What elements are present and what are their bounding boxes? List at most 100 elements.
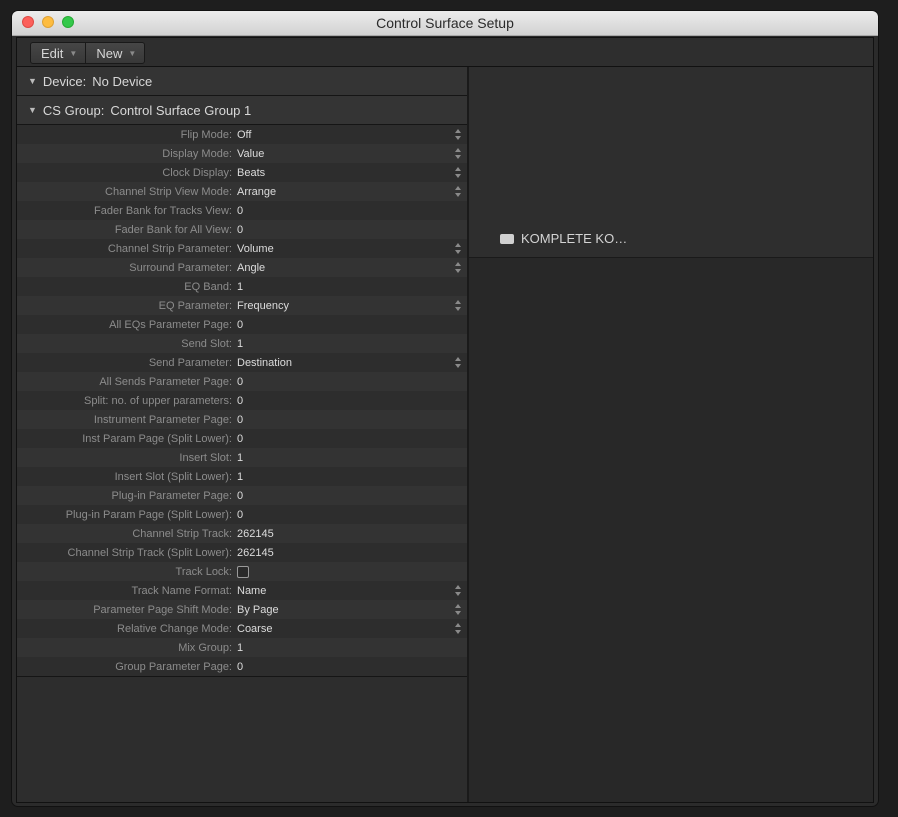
up-down-arrows-icon[interactable]	[454, 584, 462, 597]
parameter-number-value[interactable]: 0	[237, 661, 243, 673]
parameter-row: Track Lock:	[17, 562, 467, 581]
parameter-popup-value[interactable]: Name	[237, 585, 266, 597]
parameter-row: Send Slot: 1	[17, 334, 467, 353]
parameter-number-value[interactable]: 0	[237, 224, 243, 236]
parameter-number-value[interactable]: 1	[237, 452, 243, 464]
parameter-label: Channel Strip View Mode:	[105, 185, 232, 198]
device-value: No Device	[92, 73, 153, 89]
parameter-number-value[interactable]: 0	[237, 490, 243, 502]
parameter-number-value[interactable]: 0	[237, 509, 243, 521]
parameter-number-value[interactable]: 1	[237, 281, 243, 293]
edit-menu-label: Edit	[41, 45, 64, 61]
parameter-label: Fader Bank for All View:	[114, 223, 232, 236]
chevron-down-icon: ▼	[128, 48, 137, 58]
new-menu-button[interactable]: New ▼	[85, 43, 144, 63]
track-lock-checkbox[interactable]	[237, 565, 249, 578]
menu-group: Edit ▼ New ▼	[30, 42, 146, 64]
parameter-row: Group Parameter Page: 0	[17, 657, 467, 676]
parameter-label: Track Name Format:	[131, 584, 232, 597]
parameter-row: All EQs Parameter Page: 0	[17, 315, 467, 334]
parameter-row: Plug-in Parameter Page: 0	[17, 486, 467, 505]
parameter-label: Group Parameter Page:	[115, 660, 232, 673]
parameter-row: Fader Bank for All View: 0	[17, 220, 467, 239]
parameter-label: Display Mode:	[162, 147, 232, 160]
parameter-popup-value[interactable]: Angle	[237, 262, 265, 274]
parameter-popup-value[interactable]: Destination	[237, 357, 292, 369]
up-down-arrows-icon[interactable]	[454, 299, 462, 312]
parameter-popup-value[interactable]: Coarse	[237, 623, 272, 635]
edit-menu-button[interactable]: Edit ▼	[31, 43, 85, 63]
parameter-row: Display Mode: Value	[17, 144, 467, 163]
new-menu-label: New	[96, 45, 123, 61]
parameter-row: Channel Strip Parameter: Volume	[17, 239, 467, 258]
parameter-label: EQ Parameter:	[158, 299, 232, 312]
control-surface-setup-window: Control Surface Setup Edit ▼ New ▼ ▼ Dev…	[12, 11, 878, 806]
parameter-label: Track Lock:	[175, 565, 232, 578]
device-icon[interactable]	[500, 234, 514, 244]
parameter-number-value[interactable]: 1	[237, 642, 243, 654]
parameter-number-value[interactable]: 0	[237, 414, 243, 426]
parameter-row: Split: no. of upper parameters: 0	[17, 391, 467, 410]
cs-group-value: Control Surface Group 1	[110, 102, 252, 118]
parameter-label: Plug-in Param Page (Split Lower):	[65, 508, 232, 521]
device-item-label[interactable]: KOMPLETE KO…	[521, 231, 627, 246]
parameter-popup-value[interactable]: By Page	[237, 604, 279, 616]
up-down-arrows-icon[interactable]	[454, 356, 462, 369]
parameter-number-value[interactable]: 1	[237, 471, 243, 483]
up-down-arrows-icon[interactable]	[454, 128, 462, 141]
parameter-row: Channel Strip View Mode: Arrange	[17, 182, 467, 201]
up-down-arrows-icon[interactable]	[454, 242, 462, 255]
parameter-number-value[interactable]: 0	[237, 376, 243, 388]
parameter-label: Channel Strip Track (Split Lower):	[67, 546, 232, 559]
up-down-arrows-icon[interactable]	[454, 261, 462, 274]
parameter-number-value[interactable]: 0	[237, 433, 243, 445]
parameter-label: Send Slot:	[181, 337, 232, 350]
parameter-popup-value[interactable]: Beats	[237, 167, 265, 179]
up-down-arrows-icon[interactable]	[454, 166, 462, 179]
parameter-popup-value[interactable]: Value	[237, 148, 264, 160]
up-down-arrows-icon[interactable]	[454, 185, 462, 198]
parameter-popup-value[interactable]: Off	[237, 129, 251, 141]
parameter-label: All Sends Parameter Page:	[99, 375, 232, 388]
parameter-label: Relative Change Mode:	[117, 622, 232, 635]
parameter-number-value[interactable]: 0	[237, 395, 243, 407]
parameter-label: Parameter Page Shift Mode:	[93, 603, 232, 616]
parameter-label: Flip Mode:	[180, 128, 232, 141]
device-browser: KOMPLETE KO…	[469, 67, 873, 802]
parameter-row: Mix Group: 1	[17, 638, 467, 657]
parameter-row: Clock Display: Beats	[17, 163, 467, 182]
parameter-row: Instrument Parameter Page: 0	[17, 410, 467, 429]
parameter-row: Track Name Format: Name	[17, 581, 467, 600]
parameter-row: All Sends Parameter Page: 0	[17, 372, 467, 391]
parameter-popup-value[interactable]: Volume	[237, 243, 274, 255]
parameter-label: Surround Parameter:	[129, 261, 232, 274]
cs-group-section-header[interactable]: ▼ CS Group: Control Surface Group 1	[17, 96, 467, 125]
parameter-number-value[interactable]: 262145	[237, 547, 274, 559]
parameter-number-value[interactable]: 262145	[237, 528, 274, 540]
disclosure-triangle-icon[interactable]: ▼	[28, 76, 37, 86]
disclosure-triangle-icon[interactable]: ▼	[28, 105, 37, 115]
title-bar: Control Surface Setup	[12, 11, 878, 36]
parameter-label: Send Parameter:	[148, 356, 232, 369]
parameter-row: Insert Slot: 1	[17, 448, 467, 467]
parameter-row: Plug-in Param Page (Split Lower): 0	[17, 505, 467, 524]
parameter-row: EQ Band: 1	[17, 277, 467, 296]
up-down-arrows-icon[interactable]	[454, 603, 462, 616]
parameter-row: Parameter Page Shift Mode: By Page	[17, 600, 467, 619]
parameter-number-value[interactable]: 0	[237, 205, 243, 217]
parameter-label: EQ Band:	[184, 280, 232, 293]
up-down-arrows-icon[interactable]	[454, 622, 462, 635]
parameter-number-value[interactable]: 0	[237, 319, 243, 331]
device-section-header[interactable]: ▼ Device: No Device	[17, 67, 467, 96]
parameter-label: Instrument Parameter Page:	[93, 413, 232, 426]
parameter-number-value[interactable]: 1	[237, 338, 243, 350]
parameter-popup-value[interactable]: Frequency	[237, 300, 289, 312]
parameter-label: Inst Param Page (Split Lower):	[82, 432, 232, 445]
parameter-label: Channel Strip Parameter:	[107, 242, 232, 255]
parameter-inspector: ▼ Device: No Device ▼ CS Group: Control …	[17, 67, 469, 802]
parameter-popup-value[interactable]: Arrange	[237, 186, 276, 198]
parameter-list: Flip Mode: Off Display Mode: Value Clock Dis…	[17, 125, 467, 677]
content-frame: Edit ▼ New ▼ ▼ Device: No Device ▼ CS Gr…	[16, 37, 874, 803]
up-down-arrows-icon[interactable]	[454, 147, 462, 160]
parameter-row: EQ Parameter: Frequency	[17, 296, 467, 315]
